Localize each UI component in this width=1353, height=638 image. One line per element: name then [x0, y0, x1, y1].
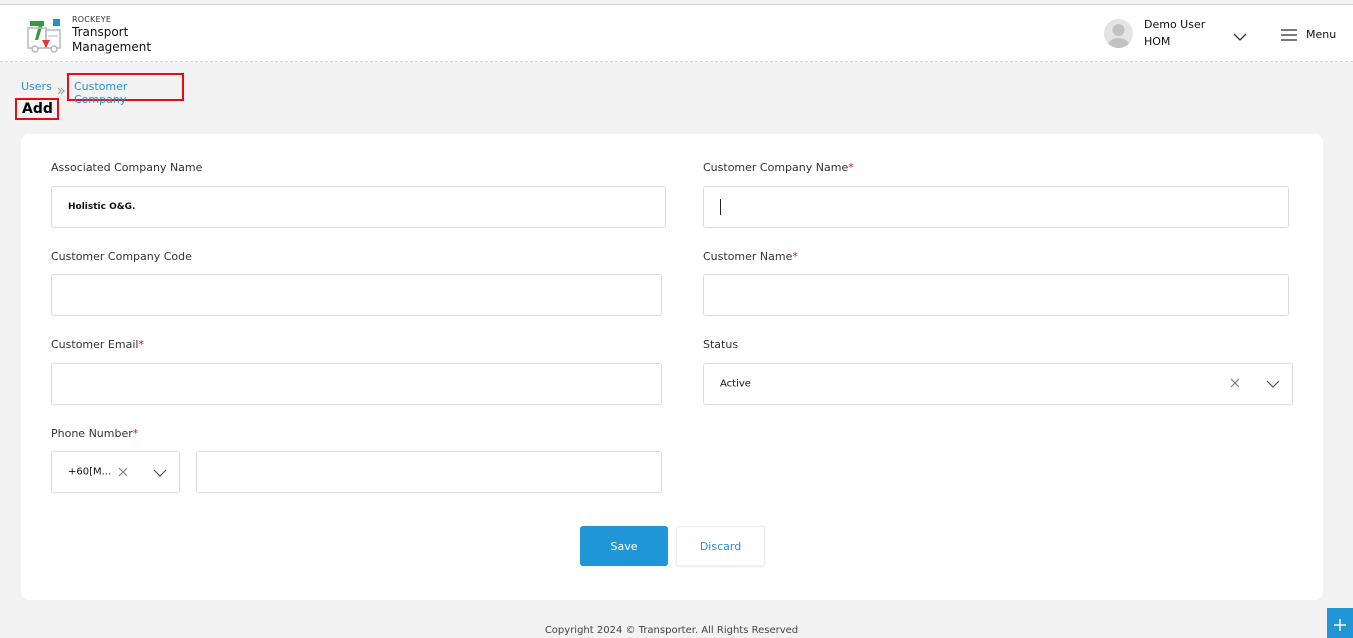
customer-email-label: Customer Email*: [51, 338, 144, 351]
chevron-down-icon[interactable]: [1266, 380, 1280, 389]
phone-country-code-value: +60[M...: [68, 466, 112, 478]
required-mark: *: [132, 427, 139, 440]
phone-number-label-text: Phone Number: [51, 427, 133, 440]
associated-company-label: Associated Company Name: [51, 161, 202, 174]
footer-copyright: Copyright 2024 © Transporter. All Rights…: [544, 625, 799, 636]
user-role: HOM: [1144, 35, 1171, 48]
chevron-down-icon[interactable]: [1232, 28, 1248, 41]
double-chevron-right-icon: [56, 81, 66, 95]
user-avatar[interactable]: [1104, 19, 1133, 48]
phone-number-label: Phone Number*: [51, 427, 138, 440]
customer-company-name-input[interactable]: [703, 186, 1289, 228]
breadcrumb-users-link[interactable]: Users: [21, 80, 52, 93]
status-label-text: Status: [703, 338, 739, 351]
app-logo-icon: [26, 18, 64, 54]
status-label: Status: [703, 338, 738, 351]
brand-line-2: Management: [72, 40, 152, 54]
customer-name-input[interactable]: [703, 274, 1289, 316]
breadcrumb-current[interactable]: Customer Company: [67, 73, 184, 106]
customer-email-label-text: Customer Email: [51, 338, 139, 351]
page-title: Add: [15, 98, 59, 120]
clear-icon[interactable]: [118, 467, 128, 477]
text-cursor: [720, 199, 721, 215]
save-button[interactable]: Save: [580, 526, 668, 566]
discard-button[interactable]: Discard: [676, 526, 765, 566]
brand-small-text: ROCKEYE: [72, 15, 112, 24]
associated-company-label-text: Associated Company Name: [51, 161, 203, 174]
customer-company-name-label: Customer Company Name*: [703, 161, 854, 174]
plus-icon: [1334, 619, 1346, 631]
associated-company-field[interactable]: Holistic O&G.: [51, 186, 666, 228]
customer-company-code-label: Customer Company Code: [51, 250, 192, 263]
clear-icon[interactable]: [1230, 378, 1240, 388]
required-mark: *: [138, 338, 144, 351]
customer-name-label-text: Customer Name: [703, 250, 793, 263]
customer-company-code-label-text: Customer Company Code: [51, 250, 192, 263]
brand-name: ROCKEYE Transport Management: [72, 15, 151, 55]
phone-number-input[interactable]: [196, 451, 662, 493]
required-mark: *: [848, 161, 854, 174]
customer-company-name-label-text: Customer Company Name: [703, 161, 849, 174]
associated-company-value: Holistic O&G.: [68, 202, 136, 212]
status-select[interactable]: Active: [703, 363, 1293, 405]
hamburger-menu-icon[interactable]: [1281, 27, 1297, 41]
phone-country-code-select[interactable]: +60[M...: [51, 451, 180, 493]
user-name[interactable]: Demo User: [1144, 18, 1205, 32]
status-value: Active: [720, 378, 751, 390]
top-header: ROCKEYE Transport Management Demo User H…: [0, 4, 1353, 62]
chevron-down-icon[interactable]: [153, 469, 167, 478]
customer-email-input[interactable]: [51, 363, 662, 405]
menu-label[interactable]: Menu: [1306, 28, 1336, 41]
required-mark: *: [792, 250, 798, 263]
customer-company-code-input[interactable]: [51, 274, 662, 316]
add-floating-button[interactable]: [1327, 608, 1353, 638]
customer-name-label: Customer Name*: [703, 250, 798, 263]
brand-line-1: Transport: [72, 25, 129, 39]
